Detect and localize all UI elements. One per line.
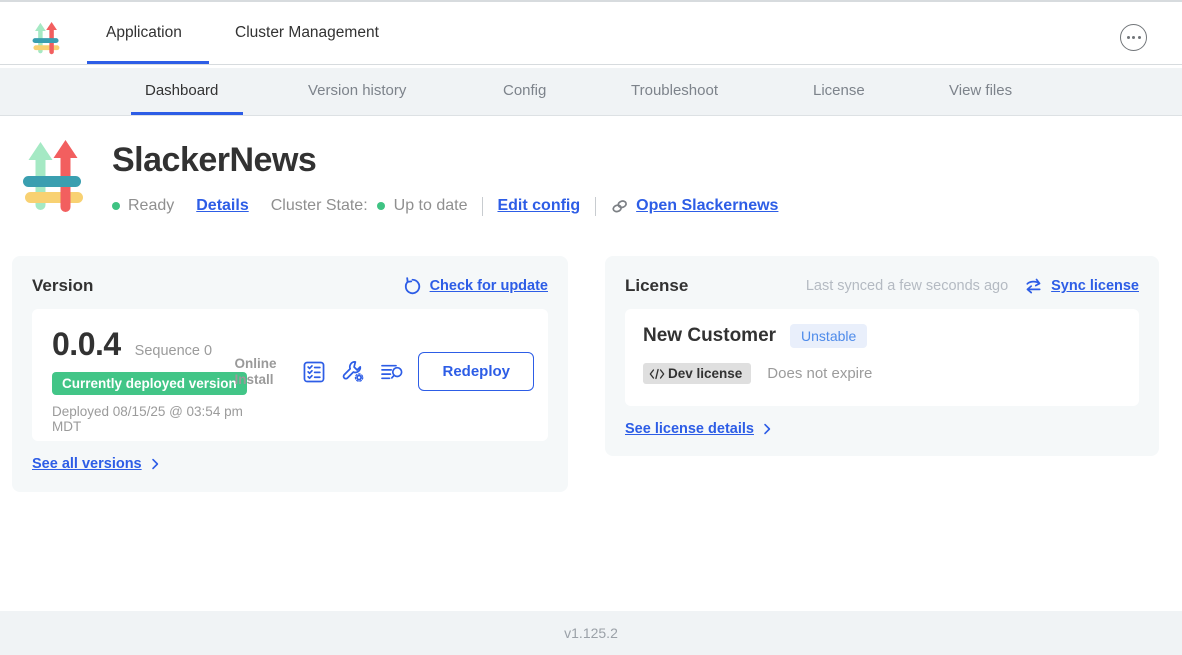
- console-version: v1.125.2: [564, 625, 618, 641]
- subnav-view-files[interactable]: View files: [949, 68, 1012, 116]
- refresh-icon: [403, 277, 422, 296]
- ellipsis-icon: [1127, 36, 1130, 39]
- details-link[interactable]: Details: [196, 197, 248, 215]
- tab-cluster-management[interactable]: Cluster Management: [235, 2, 379, 64]
- app-logo-large: [21, 139, 85, 217]
- install-type-label: Online Install: [234, 356, 288, 387]
- active-tab-underline: [87, 61, 209, 64]
- app-status-row: Ready Details Cluster State: Up to date …: [112, 196, 778, 216]
- app-logo-icon: [31, 22, 61, 56]
- deployed-timestamp: Deployed 08/15/25 @ 03:54 pm MDT: [52, 404, 262, 434]
- cluster-state-dot: [377, 202, 385, 210]
- license-card-title: License: [625, 276, 688, 296]
- subnav-license[interactable]: License: [813, 68, 865, 116]
- sync-license-link[interactable]: Sync license: [1024, 277, 1139, 296]
- preflight-checks-icon[interactable]: [301, 358, 327, 386]
- license-card: License Last synced a few seconds ago Sy…: [605, 256, 1159, 456]
- app-state-label: Ready: [128, 197, 174, 215]
- view-files-search-icon[interactable]: [379, 358, 405, 386]
- current-version-panel: 0.0.4 Sequence 0 Currently deployed vers…: [32, 309, 548, 441]
- license-expiry: Does not expire: [767, 365, 872, 382]
- tab-application[interactable]: Application: [106, 2, 182, 64]
- version-card: Version Check for update 0.0.4 Sequence …: [12, 256, 568, 492]
- channel-badge: Unstable: [790, 324, 867, 348]
- chevron-right-icon: [147, 456, 163, 472]
- active-subnav-underline: [131, 112, 243, 115]
- config-wrench-icon[interactable]: [340, 358, 366, 386]
- redeploy-button[interactable]: Redeploy: [418, 352, 534, 391]
- top-navigation-bar: Application Cluster Management: [0, 0, 1182, 65]
- page-title: SlackerNews: [112, 141, 316, 180]
- edit-config-link[interactable]: Edit config: [497, 197, 580, 215]
- divider: [595, 197, 596, 216]
- code-brackets-icon: [649, 367, 665, 381]
- version-card-title: Version: [32, 276, 93, 296]
- license-type-badge: Dev license: [643, 363, 751, 384]
- cluster-state-label: Cluster State:: [271, 197, 368, 215]
- last-synced-label: Last synced a few seconds ago: [806, 278, 1008, 294]
- version-number: 0.0.4: [52, 326, 121, 363]
- see-license-details-link[interactable]: See license details: [625, 421, 754, 437]
- cluster-state-value: Up to date: [394, 197, 468, 215]
- sequence-label: Sequence 0: [135, 343, 212, 359]
- open-app-link[interactable]: Open Slackernews: [610, 196, 778, 216]
- subnav-version-history[interactable]: Version history: [308, 68, 406, 116]
- subnav-troubleshoot[interactable]: Troubleshoot: [631, 68, 718, 116]
- link-chain-icon: [610, 196, 630, 216]
- chevron-right-icon: [759, 421, 775, 437]
- customer-name: New Customer: [643, 325, 776, 347]
- more-options-button[interactable]: [1120, 24, 1147, 51]
- check-for-update-link[interactable]: Check for update: [403, 277, 548, 296]
- see-all-versions-link[interactable]: See all versions: [32, 456, 142, 472]
- admin-console: Application Cluster Management Dashboard…: [0, 0, 1182, 655]
- app-ready-dot: [112, 202, 120, 210]
- subnav-config[interactable]: Config: [503, 68, 546, 116]
- deployed-status-badge: Currently deployed version: [52, 372, 247, 395]
- app-sub-navigation: Dashboard Version history Config Trouble…: [0, 68, 1182, 116]
- license-panel: New Customer Unstable Dev license Does n…: [625, 309, 1139, 406]
- sync-arrows-icon: [1024, 277, 1043, 296]
- console-version-footer: v1.125.2: [0, 611, 1182, 655]
- subnav-dashboard[interactable]: Dashboard: [145, 68, 218, 116]
- divider: [482, 197, 483, 216]
